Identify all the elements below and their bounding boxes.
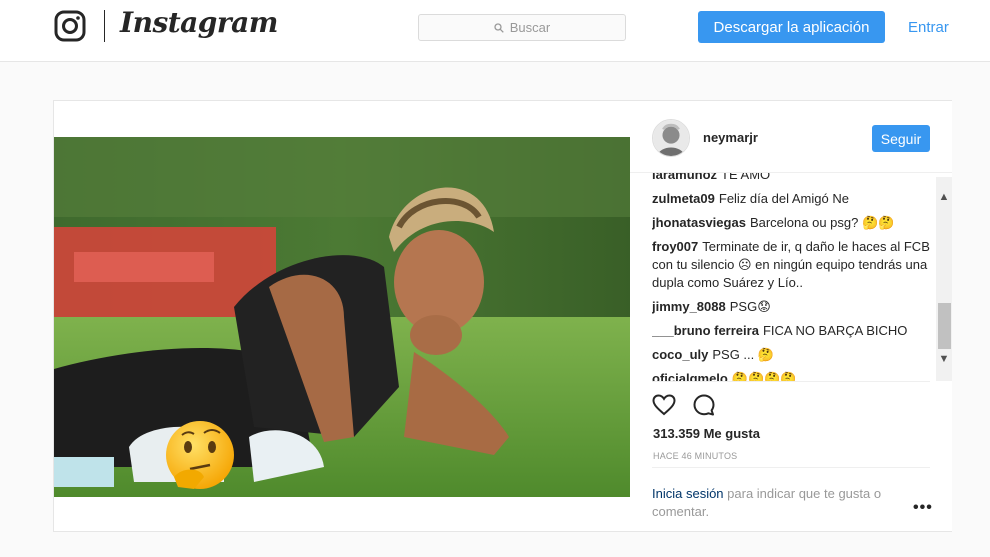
search-icon [494, 22, 504, 33]
divider [652, 381, 930, 382]
login-link[interactable]: Entrar [908, 19, 949, 36]
comment-text: PSG ... 🤔 [712, 347, 775, 362]
search-input[interactable]: Buscar [418, 14, 626, 41]
comment-username[interactable]: zulmeta09 [652, 191, 715, 206]
top-navigation-bar: Instagram Buscar Descargar la aplicación… [0, 0, 990, 62]
download-app-button[interactable]: Descargar la aplicación [698, 11, 885, 43]
logo-divider [104, 10, 105, 42]
list-item: jhonatasviegas Barcelona ou psg? 🤔🤔 [652, 214, 938, 232]
list-item: ___bruno ferreira FICA NO BARÇA BICHO [652, 322, 938, 340]
post-photo[interactable] [54, 137, 630, 497]
comment-text: Feliz día del Amigó Ne [718, 191, 849, 206]
post-media-area [54, 101, 630, 531]
comment-text: 🤔🤔🤔🤔 [731, 371, 797, 381]
comment-username[interactable]: jhonatasviegas [652, 215, 746, 230]
scroll-down-icon[interactable]: ▼ [936, 351, 952, 367]
comment-text: TE AMO [721, 173, 771, 182]
comments-scrollbar[interactable]: ▲ ▼ [936, 177, 952, 381]
scroll-up-icon[interactable]: ▲ [936, 189, 952, 205]
post-username[interactable]: neymarjr [703, 130, 758, 145]
likes-count[interactable]: 313.359 Me gusta [653, 426, 760, 441]
scroll-thumb[interactable] [938, 303, 951, 349]
comment-icon[interactable] [692, 393, 716, 417]
more-options-button[interactable]: ••• [913, 499, 933, 517]
comment-username[interactable]: froy007 [652, 239, 698, 254]
comment-text: Barcelona ou psg? 🤔🤔 [749, 215, 895, 230]
instagram-wordmark[interactable]: Instagram [120, 6, 278, 39]
post-sidebar: neymarjr Seguir laramunoz TE AMO zulmeta0… [630, 101, 952, 531]
comment-username[interactable]: oficialgmelo [652, 371, 728, 381]
search-placeholder: Buscar [509, 20, 551, 35]
heart-icon[interactable] [652, 393, 676, 417]
comment-username[interactable]: ___bruno ferreira [652, 323, 759, 338]
comment-username[interactable]: laramunoz [652, 173, 717, 182]
comments-list: laramunoz TE AMO zulmeta09 Feliz día del A… [652, 173, 938, 381]
instagram-logo-icon[interactable] [54, 10, 86, 42]
list-item: laramunoz TE AMO [652, 173, 938, 184]
avatar[interactable] [652, 119, 690, 157]
post-header: neymarjr Seguir [630, 101, 952, 173]
list-item: zulmeta09 Feliz día del Amigó Ne [652, 190, 938, 208]
list-item: coco_uly PSG ... 🤔 [652, 346, 938, 364]
follow-button[interactable]: Seguir [872, 125, 930, 152]
thinking-emoji-icon [166, 421, 234, 489]
login-prompt: Inicia sesión para indicar que te gusta … [652, 485, 912, 521]
post-timestamp[interactable]: HACE 46 MINUTOS [653, 451, 737, 461]
list-item: jimmy_8088 PSG😟 [652, 298, 938, 316]
comment-username[interactable]: jimmy_8088 [652, 299, 726, 314]
divider [652, 467, 930, 468]
comment-username[interactable]: coco_uly [652, 347, 708, 362]
post-card: neymarjr Seguir laramunoz TE AMO zulmeta0… [53, 100, 952, 532]
list-item: oficialgmelo 🤔🤔🤔🤔 [652, 370, 938, 381]
login-prompt-link[interactable]: Inicia sesión [652, 486, 724, 501]
comment-text: FICA NO BARÇA BICHO [762, 323, 908, 338]
comment-text: PSG😟 [729, 299, 771, 314]
list-item: froy007 Terminate de ir, q daño le haces … [652, 238, 938, 292]
